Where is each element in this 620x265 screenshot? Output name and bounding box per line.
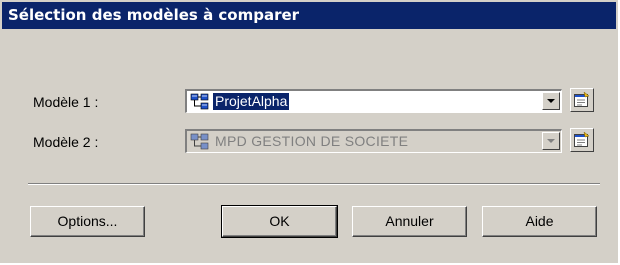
model-1-dropdown-button[interactable]	[542, 92, 560, 110]
ok-button[interactable]: OK	[221, 205, 338, 238]
chevron-down-icon	[547, 99, 555, 103]
model-tree-icon	[190, 133, 209, 150]
model-1-combobox[interactable]: ProjetAlpha	[185, 89, 562, 113]
options-button[interactable]: Options...	[30, 206, 145, 237]
model-2-combobox[interactable]: MPD GESTION DE SOCIETE	[185, 129, 562, 153]
dialog-title: Sélection des modèles à comparer	[2, 2, 616, 29]
cancel-button[interactable]: Annuler	[352, 206, 467, 237]
compare-models-dialog: Sélection des modèles à comparer Modèle …	[0, 0, 619, 264]
properties-icon	[574, 91, 590, 107]
model-2-label: Modèle 2 :	[33, 134, 99, 150]
help-button[interactable]: Aide	[482, 206, 597, 237]
chevron-down-icon	[547, 139, 555, 143]
model-2-dropdown-button[interactable]	[542, 132, 560, 150]
model-2-properties-button[interactable]	[570, 128, 594, 152]
properties-icon	[574, 131, 590, 147]
model-2-value: MPD GESTION DE SOCIETE	[215, 133, 409, 149]
model-1-label: Modèle 1 :	[33, 94, 99, 110]
model-tree-icon	[190, 93, 209, 110]
model-1-properties-button[interactable]	[570, 88, 594, 112]
separator	[28, 183, 600, 185]
model-1-value: ProjetAlpha	[213, 93, 290, 110]
